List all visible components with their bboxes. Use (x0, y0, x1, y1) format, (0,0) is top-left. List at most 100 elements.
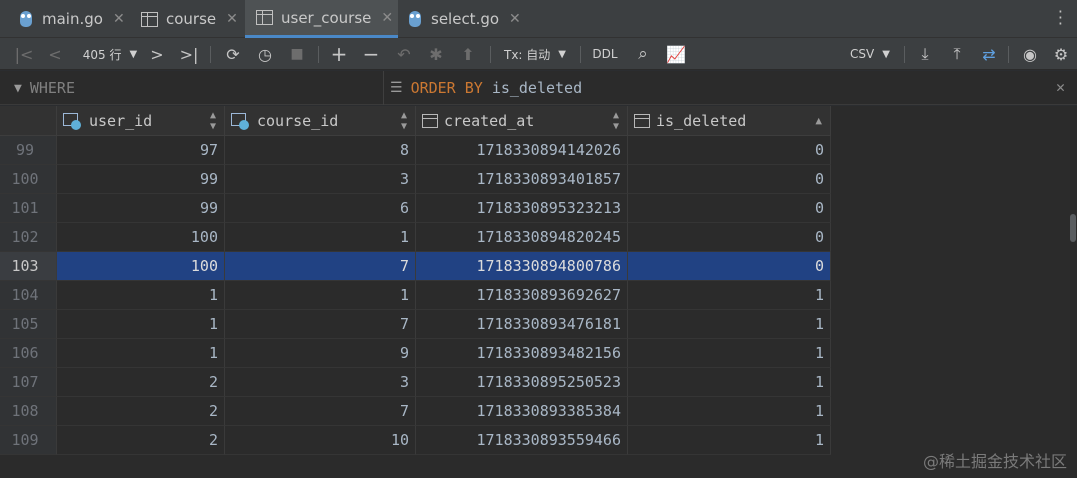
cell-created-at[interactable]: 1718330893385384 (416, 397, 628, 426)
cell-is-deleted[interactable]: 0 (628, 136, 831, 165)
cell-created-at[interactable]: 1718330894800786 (416, 252, 628, 281)
scrollbar-thumb[interactable] (1070, 214, 1076, 242)
rows-count-selector[interactable]: 405 行 ▼ (78, 38, 142, 70)
cell-user-id[interactable]: 1 (57, 339, 225, 368)
cell-is-deleted[interactable]: 1 (628, 397, 831, 426)
sort-icon[interactable]: ▲ ▼ (401, 110, 407, 132)
close-icon[interactable]: ✕ (381, 10, 393, 26)
cell-created-at[interactable]: 1718330893692627 (416, 281, 628, 310)
cell-user-id[interactable]: 99 (57, 194, 225, 223)
tab-main-go[interactable]: main.go ✕ (0, 0, 129, 38)
table-row[interactable]: 102 100 1 1718330894820245 0 (0, 223, 831, 252)
cell-is-deleted[interactable]: 1 (628, 310, 831, 339)
sort-ascending-icon[interactable]: ▲ (815, 114, 822, 127)
transaction-mode-selector[interactable]: Tx: 自动 ▼ (498, 38, 572, 70)
add-row-icon[interactable]: + (328, 38, 350, 70)
cell-course-id[interactable]: 3 (225, 165, 416, 194)
view-icon[interactable]: ◉ (1018, 38, 1042, 70)
refresh-icon[interactable]: ⟳ (222, 38, 244, 70)
cell-created-at[interactable]: 1718330895250523 (416, 368, 628, 397)
cell-user-id[interactable]: 2 (57, 397, 225, 426)
cell-course-id[interactable]: 9 (225, 339, 416, 368)
where-filter-input[interactable]: ▼ WHERE (14, 79, 75, 97)
previous-page-icon[interactable]: < (46, 38, 64, 70)
cell-created-at[interactable]: 1718330895323213 (416, 194, 628, 223)
cell-user-id[interactable]: 99 (57, 165, 225, 194)
cell-course-id[interactable]: 10 (225, 426, 416, 455)
last-page-icon[interactable]: >| (178, 38, 200, 70)
cell-is-deleted[interactable]: 0 (628, 194, 831, 223)
cell-user-id[interactable]: 2 (57, 368, 225, 397)
close-icon[interactable]: ✕ (226, 11, 238, 27)
upload-icon[interactable]: ⤒ (946, 38, 968, 70)
cell-user-id[interactable]: 1 (57, 281, 225, 310)
column-header-is-deleted[interactable]: is_deleted ▲ (628, 106, 831, 136)
tab-course[interactable]: course ✕ (129, 0, 245, 38)
sort-icon[interactable]: ▲ ▼ (210, 110, 216, 132)
next-page-icon[interactable]: > (148, 38, 166, 70)
table-row[interactable]: 103 100 7 1718330894800786 0 (0, 252, 831, 281)
close-icon[interactable]: ✕ (509, 11, 521, 27)
vertical-scrollbar[interactable] (1069, 106, 1077, 478)
table-row[interactable]: 100 99 3 1718330893401857 0 (0, 165, 831, 194)
cell-is-deleted[interactable]: 1 (628, 368, 831, 397)
cell-created-at[interactable]: 1718330894142026 (416, 136, 628, 165)
cell-created-at[interactable]: 1718330893559466 (416, 426, 628, 455)
remove-row-icon[interactable]: − (360, 38, 382, 70)
history-icon[interactable]: ◷ (254, 38, 276, 70)
cell-user-id[interactable]: 97 (57, 136, 225, 165)
cell-course-id[interactable]: 7 (225, 397, 416, 426)
cell-is-deleted[interactable]: 0 (628, 252, 831, 281)
more-tabs-icon[interactable]: · · · (1058, 4, 1063, 32)
revert-icon[interactable]: ↶ (393, 38, 415, 70)
close-icon[interactable]: ✕ (113, 11, 125, 27)
table-row[interactable]: 109 2 10 1718330893559466 1 (0, 426, 831, 455)
table-row[interactable]: 104 1 1 1718330893692627 1 (0, 281, 831, 310)
cell-is-deleted[interactable]: 0 (628, 223, 831, 252)
download-icon[interactable]: ⤓ (914, 38, 936, 70)
preview-changes-icon[interactable]: ✱ (425, 38, 447, 70)
submit-icon[interactable]: ⬆ (457, 38, 479, 70)
cell-user-id[interactable]: 1 (57, 310, 225, 339)
column-header-course-id[interactable]: course_id ▲ ▼ (225, 106, 416, 136)
cell-created-at[interactable]: 1718330894820245 (416, 223, 628, 252)
search-icon[interactable]: ⌕ (632, 38, 654, 70)
cell-course-id[interactable]: 6 (225, 194, 416, 223)
cell-user-id[interactable]: 2 (57, 426, 225, 455)
cell-is-deleted[interactable]: 1 (628, 281, 831, 310)
cell-created-at[interactable]: 1718330893476181 (416, 310, 628, 339)
cell-is-deleted[interactable]: 1 (628, 339, 831, 368)
cell-created-at[interactable]: 1718330893482156 (416, 339, 628, 368)
tab-select-go[interactable]: select.go ✕ (398, 0, 538, 38)
cell-course-id[interactable]: 3 (225, 368, 416, 397)
sort-icon[interactable]: ▲ ▼ (613, 110, 619, 132)
ddl-button[interactable]: DDL (588, 38, 622, 70)
order-by-input[interactable]: ☰ ORDER BY is_deleted (390, 79, 582, 97)
table-row[interactable]: 106 1 9 1718330893482156 1 (0, 339, 831, 368)
table-row[interactable]: 108 2 7 1718330893385384 1 (0, 397, 831, 426)
table-row[interactable]: 107 2 3 1718330895250523 1 (0, 368, 831, 397)
cell-user-id[interactable]: 100 (57, 252, 225, 281)
compare-icon[interactable]: ⇄ (978, 38, 1000, 70)
cell-user-id[interactable]: 100 (57, 223, 225, 252)
first-page-icon[interactable]: |< (14, 38, 34, 70)
stop-icon[interactable]: ■ (286, 38, 308, 70)
cell-is-deleted[interactable]: 1 (628, 426, 831, 455)
tab-user-course[interactable]: user_course ✕ (245, 0, 398, 38)
column-header-user-id[interactable]: user_id ▲ ▼ (57, 106, 225, 136)
gear-icon[interactable]: ⚙ (1050, 38, 1072, 70)
cell-course-id[interactable]: 8 (225, 136, 416, 165)
cell-created-at[interactable]: 1718330893401857 (416, 165, 628, 194)
table-row[interactable]: 105 1 7 1718330893476181 1 (0, 310, 831, 339)
table-row[interactable]: 101 99 6 1718330895323213 0 (0, 194, 831, 223)
column-header-created-at[interactable]: created_at ▲ ▼ (416, 106, 628, 136)
cell-course-id[interactable]: 1 (225, 281, 416, 310)
export-format-selector[interactable]: CSV ▼ (842, 38, 898, 70)
cell-is-deleted[interactable]: 0 (628, 165, 831, 194)
cell-course-id[interactable]: 7 (225, 252, 416, 281)
cell-course-id[interactable]: 7 (225, 310, 416, 339)
cell-course-id[interactable]: 1 (225, 223, 416, 252)
table-row[interactable]: 99 97 8 1718330894142026 0 (0, 136, 831, 165)
close-icon[interactable]: ✕ (1056, 78, 1065, 96)
chart-icon[interactable]: 📈 (664, 38, 688, 70)
